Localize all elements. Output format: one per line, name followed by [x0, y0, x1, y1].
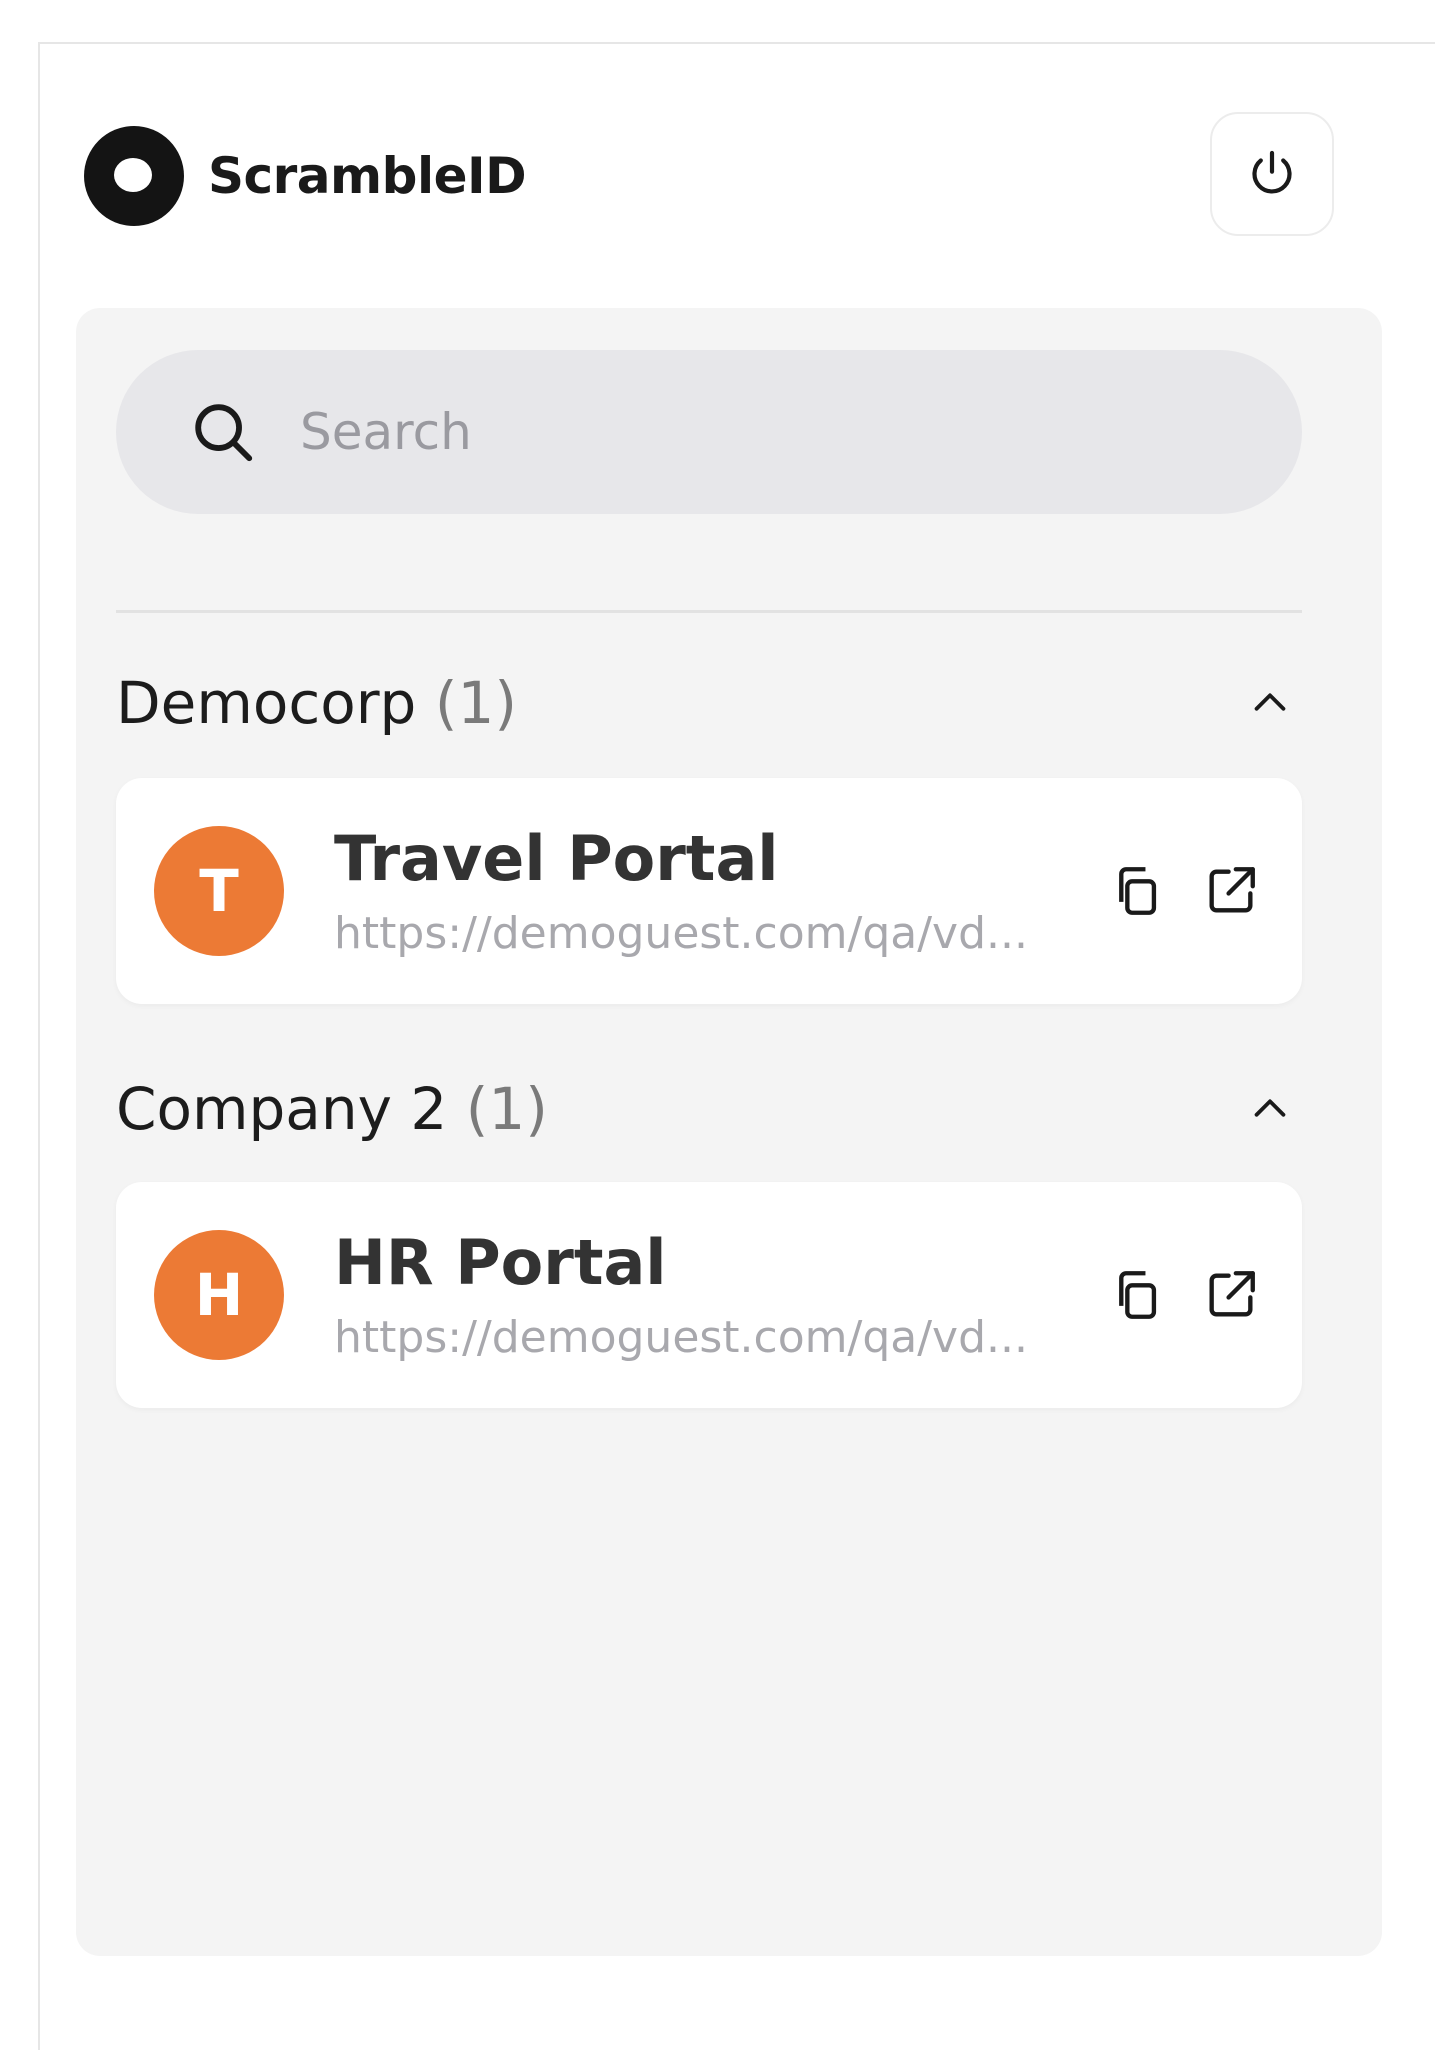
- header: ScrambleID: [84, 112, 1334, 242]
- search-input[interactable]: [298, 402, 1202, 462]
- avatar: H: [154, 1230, 284, 1360]
- copy-icon: [1119, 1271, 1157, 1319]
- scrambleid-logo-icon: [84, 126, 184, 226]
- app-title: HR Portal: [334, 1226, 667, 1299]
- group-title: Democorp (1): [116, 669, 517, 737]
- copy-icon: [1119, 867, 1157, 915]
- apps-panel: Democorp (1) T Travel Portal https://dem…: [76, 308, 1382, 1956]
- brand: ScrambleID: [84, 126, 527, 226]
- group-name: Democorp: [116, 669, 417, 737]
- app-url: https://demoguest.com/qa/vd...: [334, 1312, 1028, 1363]
- collapse-button[interactable]: [1240, 673, 1300, 733]
- group-title: Company 2 (1): [116, 1075, 548, 1143]
- open-link-button[interactable]: [1196, 856, 1266, 926]
- collapse-button[interactable]: [1240, 1079, 1300, 1139]
- app-name: ScrambleID: [208, 147, 527, 205]
- app-card-hr-portal[interactable]: H HR Portal https://demoguest.com/qa/vd.…: [116, 1182, 1302, 1408]
- group-count: (1): [465, 1075, 548, 1143]
- open-link-button[interactable]: [1196, 1260, 1266, 1330]
- app-title: Travel Portal: [334, 822, 779, 895]
- app-card-travel-portal[interactable]: T Travel Portal https://demoguest.com/qa…: [116, 778, 1302, 1004]
- copy-button[interactable]: [1102, 856, 1172, 926]
- chevron-up-icon: [1254, 693, 1286, 711]
- group-header-democorp[interactable]: Democorp (1): [116, 658, 1302, 748]
- avatar: T: [154, 826, 284, 956]
- group-header-company-2[interactable]: Company 2 (1): [116, 1064, 1302, 1154]
- search-icon: [195, 404, 253, 462]
- chevron-up-icon: [1254, 1099, 1286, 1117]
- search-bar[interactable]: [116, 350, 1302, 514]
- external-link-icon: [1209, 867, 1255, 913]
- external-link-icon: [1209, 1271, 1255, 1317]
- group-name: Company 2: [116, 1075, 448, 1143]
- group-count: (1): [434, 669, 517, 737]
- app-url: https://demoguest.com/qa/vd...: [334, 908, 1028, 959]
- power-icon: [1252, 150, 1292, 194]
- power-button[interactable]: [1210, 112, 1334, 236]
- divider: [116, 610, 1302, 613]
- copy-button[interactable]: [1102, 1260, 1172, 1330]
